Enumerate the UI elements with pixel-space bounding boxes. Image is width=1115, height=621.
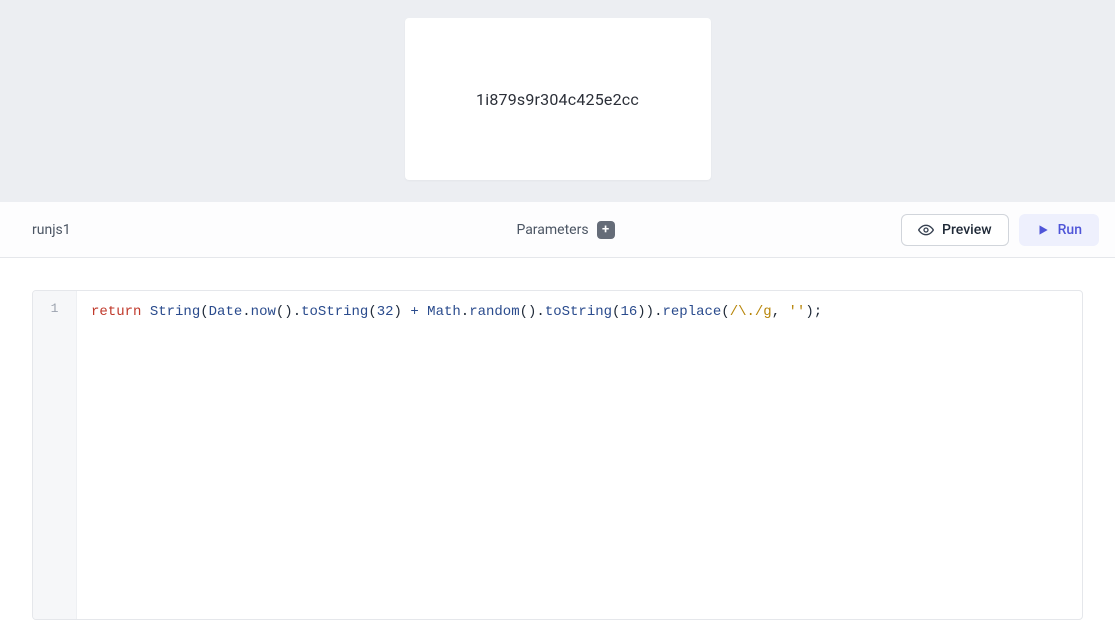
toolbar-left: runjs1 <box>32 222 388 238</box>
toolbar-right: Preview Run <box>743 214 1099 246</box>
output-card: 1i879s9r304c425e2cc <box>405 18 711 180</box>
code-content[interactable]: return String(Date.now().toString(32) + … <box>77 291 1082 619</box>
preview-button-label: Preview <box>942 222 992 238</box>
add-parameter-button[interactable]: + <box>597 221 615 239</box>
query-title[interactable]: runjs1 <box>32 222 71 238</box>
parameters-label: Parameters <box>516 222 588 238</box>
eye-icon <box>918 222 934 238</box>
toolbar: runjs1 Parameters + Preview Run <box>0 202 1115 258</box>
run-button[interactable]: Run <box>1019 214 1099 246</box>
editor-gutter: 1 <box>33 291 77 619</box>
preview-area: 1i879s9r304c425e2cc <box>0 0 1115 202</box>
code-editor[interactable]: 1 return String(Date.now().toString(32) … <box>32 290 1083 620</box>
play-icon <box>1036 223 1050 237</box>
output-text: 1i879s9r304c425e2cc <box>476 90 639 109</box>
toolbar-center: Parameters + <box>388 221 744 239</box>
preview-button[interactable]: Preview <box>901 214 1009 246</box>
line-number: 1 <box>33 301 76 316</box>
editor-wrap: 1 return String(Date.now().toString(32) … <box>0 258 1115 620</box>
run-button-label: Run <box>1058 222 1082 238</box>
